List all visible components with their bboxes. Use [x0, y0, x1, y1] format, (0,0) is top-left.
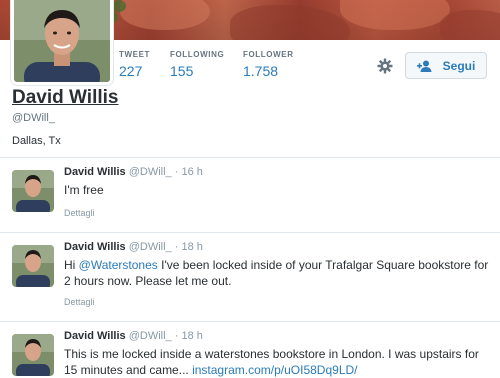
tweet-text: This is me locked inside a waterstones b… [64, 346, 494, 378]
stat-followers-label: FOLLOWER [243, 50, 294, 59]
tweet-mention-link[interactable]: @Waterstones [79, 258, 158, 272]
tweet-author-name[interactable]: David Willis [64, 241, 126, 253]
stat-following[interactable]: FOLLOWING 155 [170, 50, 224, 79]
tweet-header: David Willis @DWill_ · 18 h [64, 330, 203, 342]
tweet-separator: · [174, 166, 179, 178]
tweet-header: David Willis @DWill_ · 16 h [64, 166, 203, 178]
tweet-author-name[interactable]: David Willis [64, 166, 126, 178]
stat-following-label: FOLLOWING [170, 50, 225, 59]
stat-tweets-value: 227 [119, 63, 143, 79]
stat-tweets-label: TWEET [119, 50, 150, 59]
profile-location: Dallas, Tx [12, 135, 61, 147]
tweet-author-name[interactable]: David Willis [64, 330, 126, 342]
add-user-icon [416, 60, 433, 72]
tweet-timestamp[interactable]: 18 h [181, 330, 202, 342]
tweet-details-link[interactable]: Dettagli [64, 208, 95, 218]
profile-handle: @DWill_ [12, 112, 55, 124]
tweet-author-handle[interactable]: @DWill_ [129, 330, 172, 342]
tweet-header: David Willis @DWill_ · 18 h [64, 241, 203, 253]
tweet-avatar[interactable] [12, 245, 54, 287]
tweet-text: Hi @Waterstones I've been locked inside … [64, 257, 494, 289]
tweet-text: I'm free [64, 183, 104, 197]
tweet-avatar[interactable] [12, 334, 54, 376]
stat-following-value: 155 [170, 63, 194, 79]
tweet-avatar[interactable] [12, 170, 54, 212]
settings-button[interactable] [376, 57, 394, 75]
follow-button-label: Segui [442, 58, 476, 73]
tweet-item[interactable]: David Willis @DWill_ · 18 h This is me l… [0, 322, 500, 378]
tweet-item[interactable]: David Willis @DWill_ · 16 h I'm free Det… [0, 158, 500, 232]
tweet-item[interactable]: David Willis @DWill_ · 18 h Hi @Watersto… [0, 233, 500, 321]
tweet-details-link[interactable]: Dettagli [64, 297, 95, 307]
tweet-text-prefix: Hi [64, 258, 79, 272]
tweet-timestamp[interactable]: 18 h [181, 241, 202, 253]
tweet-author-handle[interactable]: @DWill_ [129, 241, 172, 253]
tweet-author-handle[interactable]: @DWill_ [129, 166, 172, 178]
stat-tweets[interactable]: TWEET 227 [119, 50, 150, 79]
follow-button[interactable]: Segui [405, 52, 487, 79]
tweet-timestamp[interactable]: 16 h [181, 166, 202, 178]
tweet-separator: · [174, 330, 179, 342]
stat-followers[interactable]: FOLLOWER 1.758 [243, 50, 294, 79]
gear-icon [377, 58, 393, 74]
profile-name[interactable]: David Willis [12, 87, 118, 109]
stat-followers-value: 1.758 [243, 63, 279, 79]
tweet-separator: · [174, 241, 179, 253]
